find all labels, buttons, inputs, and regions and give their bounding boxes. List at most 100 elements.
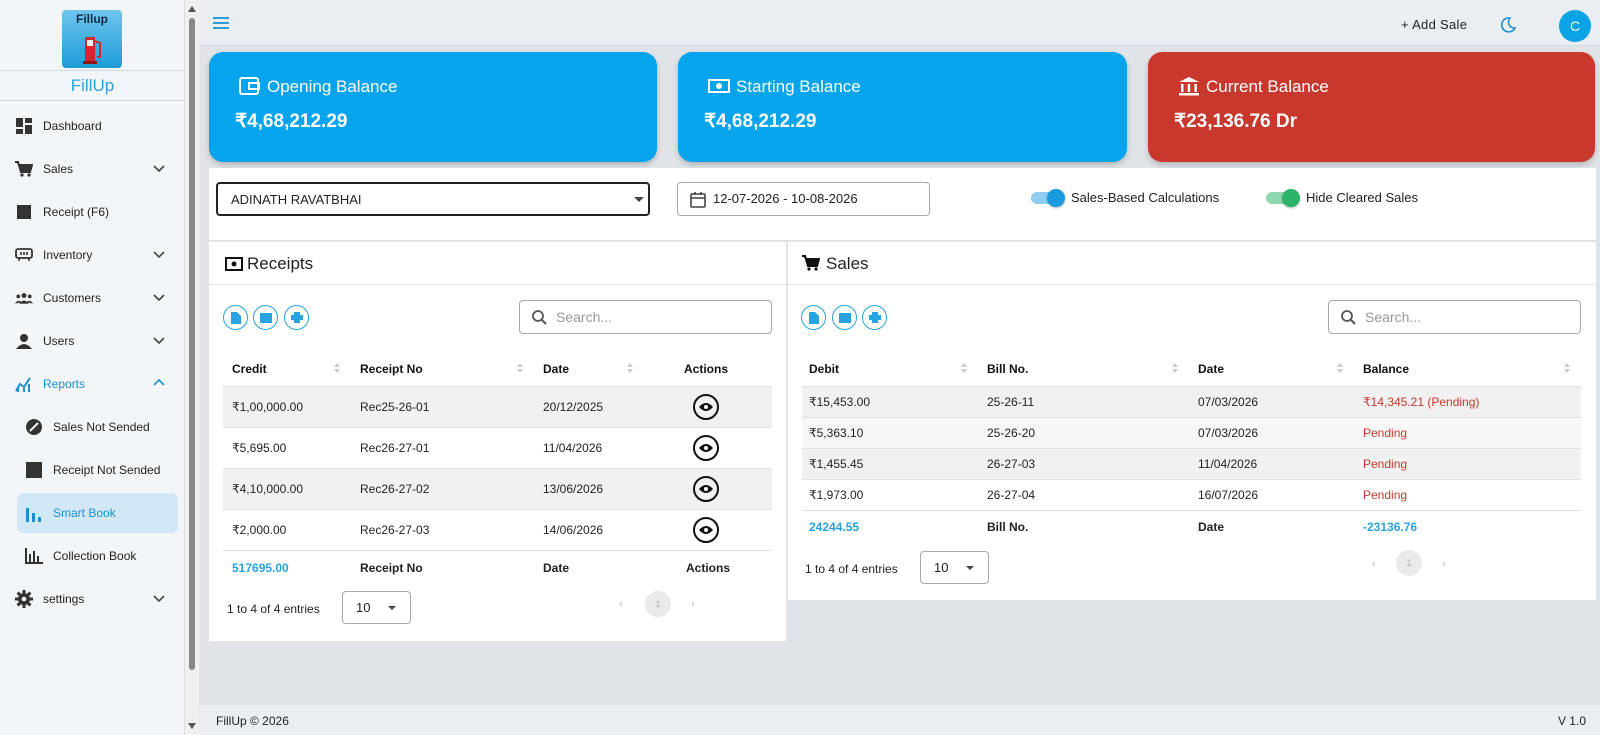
sidebar-item-receipt[interactable]: Receipt (F6) xyxy=(0,192,185,232)
chevron-down-icon xyxy=(153,294,165,302)
footer-label: Receipt No xyxy=(360,561,423,575)
receipts-title: Receipts xyxy=(247,254,314,273)
date-cell: 14/06/2026 xyxy=(543,523,604,537)
sidebar-item-collection-book[interactable]: Collection Book xyxy=(0,536,185,576)
print-button[interactable] xyxy=(284,305,309,330)
export-excel-button[interactable] xyxy=(223,305,248,330)
col-header-balance[interactable]: Balance xyxy=(1363,362,1409,376)
opening-balance-card: Opening Balance ₹4,68,212.29 xyxy=(209,52,657,162)
next-page-button[interactable]: › xyxy=(691,598,695,610)
toggle-label: Sales-Based Calculations xyxy=(1071,190,1220,205)
sort-icon[interactable] xyxy=(517,362,523,374)
app-name: FillUp xyxy=(70,76,115,95)
col-header-date[interactable]: Date xyxy=(543,362,569,376)
scroll-thumb[interactable] xyxy=(189,18,195,670)
sales-search-input[interactable]: Search... xyxy=(1328,300,1581,334)
sidebar-item-settings[interactable]: settings xyxy=(0,579,185,619)
export-pdf-button[interactable] xyxy=(832,305,857,330)
customer-select[interactable]: ADINATH RAVATBHAI xyxy=(216,182,650,216)
debit-cell: ₹15,453.00 xyxy=(809,395,871,409)
gear-icon xyxy=(15,590,33,608)
sidebar-item-users[interactable]: Users xyxy=(0,321,185,361)
export-excel-button[interactable] xyxy=(801,305,826,330)
page-size-select[interactable]: 10 xyxy=(920,551,989,584)
page-number[interactable]: 1 xyxy=(645,591,671,617)
file-icon xyxy=(230,311,241,324)
prev-page-button[interactable]: ‹ xyxy=(1372,558,1376,570)
scroll-up-arrow[interactable] xyxy=(188,6,196,12)
document-icon xyxy=(259,312,272,323)
sort-icon[interactable] xyxy=(1172,362,1178,374)
balance-total: -23136.76 xyxy=(1363,520,1418,534)
bill-no-cell: 25-26-11 xyxy=(987,395,1035,409)
card-value: ₹4,68,212.29 xyxy=(235,111,348,132)
bill-no-cell: 26-27-03 xyxy=(987,457,1036,471)
debit-total: 24244.55 xyxy=(809,520,860,534)
col-header-credit[interactable]: Credit xyxy=(232,362,267,376)
top-bar: + Add Sale C xyxy=(199,0,1600,46)
hide-cleared-sales-toggle[interactable] xyxy=(1266,188,1300,207)
credit-total: 517695.00 xyxy=(232,561,289,575)
avatar[interactable]: C xyxy=(1559,10,1591,42)
wallet-icon xyxy=(239,77,260,95)
footer-label: Date xyxy=(1198,520,1225,534)
version-text: V 1.0 xyxy=(1557,714,1586,728)
add-sale-button[interactable]: + Add Sale xyxy=(1401,17,1467,32)
page-size-select[interactable]: 10 xyxy=(342,591,411,624)
dark-mode-icon[interactable] xyxy=(1499,16,1517,34)
card-value: ₹4,68,212.29 xyxy=(704,111,817,132)
col-header-bill-no[interactable]: Bill No. xyxy=(987,362,1028,376)
col-header-actions: Actions xyxy=(684,362,729,376)
sidebar-item-label: Receipt (F6) xyxy=(43,205,110,219)
chevron-down-icon xyxy=(153,337,165,345)
sales-header: Sales xyxy=(788,242,1596,285)
sort-icon[interactable] xyxy=(627,362,633,374)
sidebar-scrollbar[interactable] xyxy=(185,0,199,735)
print-button[interactable] xyxy=(862,305,887,330)
hamburger-menu-icon[interactable] xyxy=(213,16,229,30)
sales-based-calculations-toggle[interactable] xyxy=(1031,188,1065,207)
scroll-down-arrow[interactable] xyxy=(188,723,196,729)
filter-bar: ADINATH RAVATBHAI 12-07-2026 - 10-08-202… xyxy=(209,168,1596,241)
receipts-header: Receipts xyxy=(209,242,786,285)
sidebar-item-sales[interactable]: Sales xyxy=(0,149,185,189)
view-receipt-button[interactable] xyxy=(693,517,719,543)
page-number[interactable]: 1 xyxy=(1396,550,1422,576)
view-receipt-button[interactable] xyxy=(693,394,719,420)
prev-page-button[interactable]: ‹ xyxy=(619,598,623,610)
sidebar-item-customers[interactable]: Customers xyxy=(0,278,185,318)
sidebar-item-inventory[interactable]: Inventory xyxy=(0,235,185,275)
receipts-search-input[interactable]: Search... xyxy=(519,300,772,334)
eye-icon xyxy=(699,485,713,493)
toggle-label: Hide Cleared Sales xyxy=(1306,190,1419,205)
printer-icon xyxy=(290,312,303,323)
sidebar-item-dashboard[interactable]: Dashboard xyxy=(0,106,185,146)
eye-icon xyxy=(699,403,713,411)
cart-icon xyxy=(802,255,820,271)
sidebar-item-label: Smart Book xyxy=(53,506,116,520)
sidebar-item-receipt-not-sended[interactable]: Receipt Not Sended xyxy=(0,450,185,490)
footer-label: Actions xyxy=(686,561,731,575)
date-range-input[interactable]: 12-07-2026 - 10-08-2026 xyxy=(677,182,930,216)
dropdown-arrow-icon xyxy=(634,197,644,202)
sidebar-item-sales-not-sended[interactable]: Sales Not Sended xyxy=(0,407,185,447)
col-header-date[interactable]: Date xyxy=(1198,362,1224,376)
sort-icon[interactable] xyxy=(334,362,340,374)
col-header-debit[interactable]: Debit xyxy=(809,362,839,376)
sidebar-item-reports[interactable]: Reports xyxy=(0,364,185,404)
receipt-icon xyxy=(25,462,43,478)
sidebar-item-smart-book[interactable]: Smart Book xyxy=(17,493,178,533)
sidebar-item-label: Reports xyxy=(43,377,86,391)
next-page-button[interactable]: › xyxy=(1442,558,1446,570)
sidebar-item-label: Collection Book xyxy=(53,549,137,563)
balance-cell: Pending xyxy=(1363,457,1408,471)
export-pdf-button[interactable] xyxy=(253,305,278,330)
sort-icon[interactable] xyxy=(1337,362,1343,374)
balance-cell: Pending xyxy=(1363,488,1408,502)
col-header-receipt-no[interactable]: Receipt No xyxy=(360,362,423,376)
view-receipt-button[interactable] xyxy=(693,476,719,502)
sort-icon[interactable] xyxy=(961,362,967,374)
sort-icon[interactable] xyxy=(1564,362,1570,374)
view-receipt-button[interactable] xyxy=(693,435,719,461)
date-cell: 16/07/2026 xyxy=(1198,488,1259,502)
